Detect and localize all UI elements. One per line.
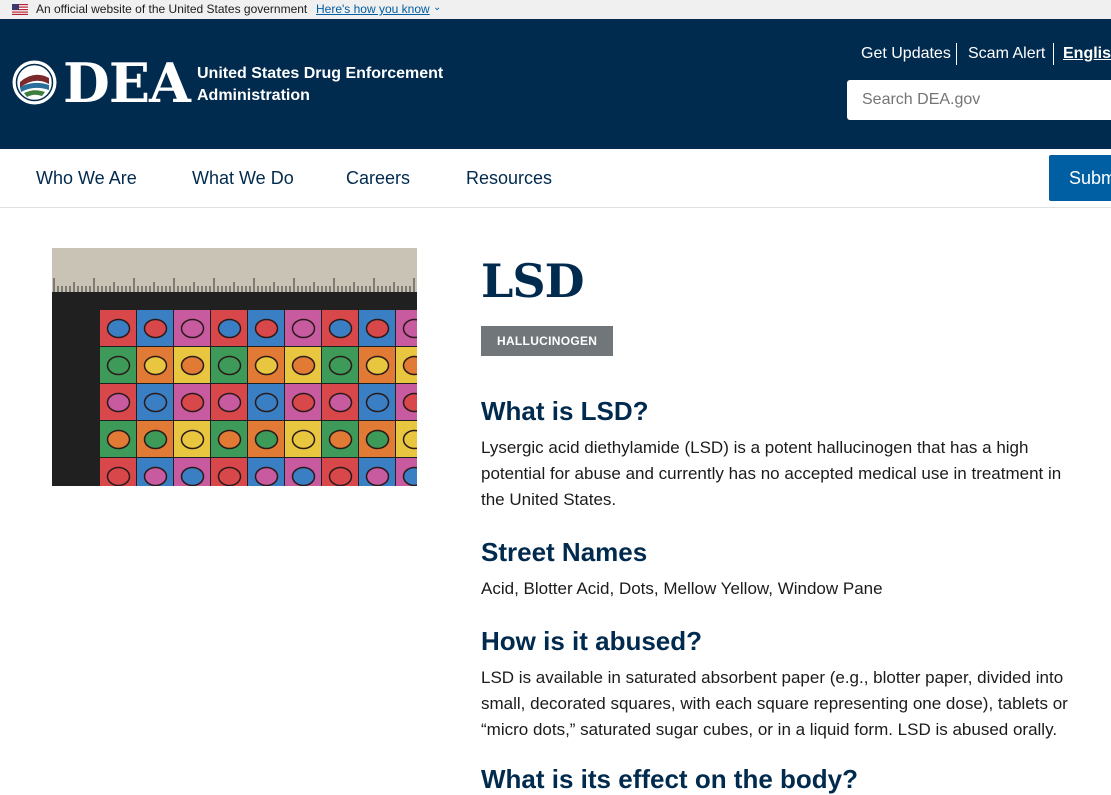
section-heading: Street Names	[481, 537, 648, 567]
us-flag-icon	[12, 4, 28, 15]
chevron-down-icon[interactable]: ⌄	[433, 2, 441, 13]
section-heading: What is LSD?	[481, 396, 649, 426]
nav-item-careers[interactable]: Careers	[346, 168, 410, 189]
blotter-paper-image	[52, 248, 417, 486]
scam-alert-link[interactable]: Scam Alert	[968, 45, 1045, 63]
agency-name[interactable]: United States Drug Enforcement Administr…	[197, 63, 457, 107]
section-heading: How is it abused?	[481, 626, 703, 656]
nav-item-who-we-are[interactable]: Who We Are	[36, 168, 137, 189]
utility-divider	[956, 43, 957, 65]
dea-seal-icon[interactable]	[12, 60, 57, 105]
paragraph-line: small, decorated squares, with each squa…	[481, 694, 1068, 713]
paragraph-line: the United States.	[481, 490, 617, 509]
search-box	[847, 80, 1111, 120]
english-language-link[interactable]: English	[1063, 45, 1111, 63]
site-header: DEA United States Drug Enforcement Admin…	[0, 19, 1111, 149]
heres-how-you-know-link[interactable]: Here's how you know	[316, 2, 430, 16]
paragraph-line: “micro dots,” saturated sugar cubes, or …	[481, 720, 1058, 739]
main-nav: Who We Are What We Do Careers Resources …	[0, 149, 1111, 208]
gov-banner: An official website of the United States…	[0, 0, 1111, 19]
submit-tip-button[interactable]: Subm	[1049, 155, 1111, 201]
gov-banner-text: An official website of the United States…	[36, 2, 308, 16]
page-title: LSD	[481, 254, 584, 308]
search-input[interactable]	[847, 80, 1111, 120]
paragraph-line: Acid, Blotter Acid, Dots, Mellow Yellow,…	[481, 579, 883, 598]
paragraph-line: Lysergic acid diethylamide (LSD) is a po…	[481, 438, 1029, 457]
dea-logo[interactable]: DEA	[63, 51, 191, 115]
paragraph-line: LSD is available in saturated absorbent …	[481, 668, 1064, 687]
paragraph-line: potential for abuse and currently has no…	[481, 464, 1062, 483]
nav-item-resources[interactable]: Resources	[466, 168, 552, 189]
get-updates-link[interactable]: Get Updates	[861, 45, 951, 63]
nav-item-what-we-do[interactable]: What We Do	[192, 168, 294, 189]
category-badge[interactable]: HALLUCINOGEN	[481, 326, 614, 356]
lsd-blotter-photo	[52, 248, 417, 486]
utility-divider	[1053, 43, 1054, 65]
